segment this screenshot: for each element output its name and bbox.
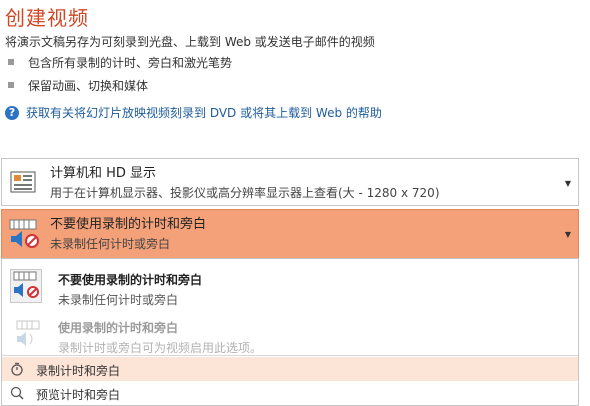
feature-bullet: 保留动画、切换和媒体 [7,77,149,94]
timing-menu: 不要使用录制的计时和旁白 未录制任何计时或旁白 使用录制的计时和旁白 录制计时或… [1,258,579,406]
record-timings-label: 录制计时和旁白 [36,364,121,378]
help-link[interactable]: ? 获取有关将幻灯片放映视频刻录到 DVD 或将其上载到 Web 的帮助 [5,104,382,121]
option-description: 录制计时或旁白可为视频启用此选项。 [58,341,263,355]
help-icon: ? [5,105,19,120]
quality-dropdown-description: 用于在计算机显示器、投影仪或高分辨率显示器上查看(大 - 1280 x 720) [50,186,440,200]
timing-dropdown-title: 不要使用录制的计时和旁白 [50,217,207,232]
quality-dropdown-title: 计算机和 HD 显示 [50,166,157,181]
feature-bullet: 包含所有录制的计时、旁白和激光笔势 [7,54,233,71]
chevron-down-icon[interactable]: ▼ [565,179,571,188]
chevron-down-icon[interactable]: ▼ [565,230,571,239]
preview-timing-icon [10,386,24,400]
option-title: 使用录制的计时和旁白 [58,321,179,335]
help-link-text[interactable]: 获取有关将幻灯片放映视频刻录到 DVD 或将其上载到 Web 的帮助 [26,104,382,121]
no-narration-icon [9,219,39,248]
narration-icon [16,320,40,346]
record-timing-icon [11,362,23,376]
bullet-text: 包含所有录制的计时、旁白和激光笔势 [28,56,233,70]
menu-option-no-timings[interactable]: 不要使用录制的计时和旁白 未录制任何计时或旁白 [4,263,576,309]
page-title: 创建视频 [5,6,89,30]
monitor-icon [10,171,36,193]
preview-timings-label: 预览计时和旁白 [36,388,121,402]
preview-timings-action[interactable]: 预览计时和旁白 [2,381,578,405]
page-subtitle: 将演示文稿另存为可刻录到光盘、上载到 Web 或发送电子邮件的视频 [5,35,375,49]
menu-option-use-timings: 使用录制的计时和旁白 录制计时或旁白可为视频启用此选项。 [4,311,576,357]
timing-dropdown[interactable]: 不要使用录制的计时和旁白 未录制任何计时或旁白 ▼ [1,209,579,259]
quality-dropdown[interactable]: 计算机和 HD 显示 用于在计算机显示器、投影仪或高分辨率显示器上查看(大 - … [1,158,579,206]
no-narration-icon [10,269,42,303]
option-description: 未录制任何计时或旁白 [58,293,179,307]
bullet-text: 保留动画、切换和媒体 [28,79,149,93]
option-title: 不要使用录制的计时和旁白 [58,273,203,287]
timing-dropdown-description: 未录制任何计时或旁白 [50,237,171,251]
record-timings-action[interactable]: 录制计时和旁白 [2,357,578,381]
menu-divider [2,355,578,356]
